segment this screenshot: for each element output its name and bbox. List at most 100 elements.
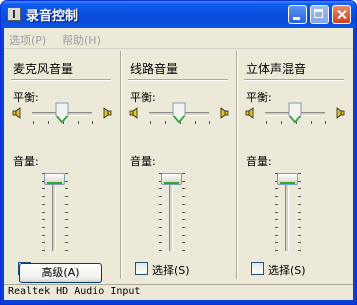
tick-mark (92, 121, 93, 124)
volume-label: 音量: (130, 155, 156, 168)
channel-title-divider (244, 79, 344, 81)
select-checkbox[interactable] (251, 262, 264, 275)
tick-mark (65, 203, 68, 205)
channel-line-in: 线路音量 平衡: 音量: 选择(S) (121, 49, 237, 282)
select-label[interactable]: 选择(S) (152, 262, 190, 278)
tick-mark (42, 250, 45, 251)
tick-mark (311, 121, 312, 124)
tick-mark (298, 211, 301, 213)
tick-mark (65, 234, 68, 236)
tick-mark (159, 250, 162, 251)
tick-mark (42, 234, 45, 236)
tick-mark (298, 188, 301, 190)
tick-mark (298, 250, 301, 251)
tick-mark (275, 203, 278, 205)
channel-stereo-mix: 立体声混音 平衡: 音量: 选择(S) (237, 49, 353, 282)
speaker-left-icon (129, 107, 138, 119)
tick-mark (65, 226, 68, 228)
speaker-right-icon (103, 107, 112, 119)
menu-help[interactable]: 帮助(H) (62, 32, 101, 48)
select-checkbox[interactable] (135, 262, 148, 275)
tick-mark (65, 242, 68, 244)
volume-slider-thumb[interactable] (277, 173, 298, 185)
tick-mark (159, 234, 162, 236)
tick-mark (150, 121, 151, 124)
volume-label: 音量: (246, 155, 272, 168)
tick-mark (42, 211, 45, 213)
client-area: 选项(P) 帮助(H) 麦克风音量 平衡: 音量: 选择(S) 线路音量 平衡 (4, 28, 353, 300)
tick-mark (182, 242, 185, 244)
tick-mark (65, 180, 68, 182)
tick-mark (298, 173, 301, 174)
tick-mark (275, 196, 278, 198)
tick-mark (182, 173, 185, 174)
balance-label: 平衡: (13, 91, 39, 104)
minimize-button[interactable] (288, 5, 307, 24)
tick-mark (159, 203, 162, 205)
tick-mark (33, 121, 34, 124)
advanced-button[interactable]: 高级(A) (19, 263, 102, 283)
select-label[interactable]: 选择(S) (268, 262, 306, 278)
volume-slider-thumb[interactable] (44, 173, 65, 185)
tick-mark (165, 121, 166, 124)
channel-title: 立体声混音 (246, 62, 307, 76)
tick-mark (159, 226, 162, 228)
tick-mark (182, 203, 185, 205)
tick-mark (159, 196, 162, 198)
tick-mark (182, 180, 185, 182)
tick-mark (65, 173, 68, 174)
tick-mark (182, 219, 185, 221)
channel-title-divider (128, 79, 228, 81)
tick-mark (298, 219, 301, 221)
status-bar: Realtek HD Audio Input (4, 284, 353, 300)
tick-mark (325, 121, 326, 124)
tick-mark (65, 250, 68, 251)
tick-mark (298, 234, 301, 236)
tick-mark (275, 250, 278, 251)
tick-mark (159, 219, 162, 221)
tick-mark (209, 121, 210, 124)
menu-bar: 选项(P) 帮助(H) (4, 28, 353, 49)
tick-mark (195, 121, 196, 124)
balance-slider-thumb[interactable] (288, 102, 302, 124)
tick-mark (42, 226, 45, 228)
channel-title-divider (11, 79, 111, 81)
balance-slider-thumb[interactable] (55, 102, 69, 124)
tick-mark (159, 211, 162, 213)
tick-mark (65, 219, 68, 221)
mixer-icon[interactable] (7, 7, 21, 21)
status-text: Realtek HD Audio Input (8, 286, 141, 297)
tick-mark (42, 203, 45, 205)
recording-control-window: 录音控制 选项(P) 帮助(H) 麦克风音量 平衡: 音量: 线路音量 平衡: … (0, 0, 357, 305)
balance-slider-thumb[interactable] (172, 102, 186, 124)
speaker-left-icon (12, 107, 21, 119)
maximize-button[interactable] (310, 5, 329, 24)
window-title: 录音控制 (26, 9, 79, 24)
tick-mark (275, 211, 278, 213)
menu-options[interactable]: 选项(P) (9, 32, 46, 48)
tick-mark (298, 180, 301, 182)
tick-mark (182, 250, 185, 251)
tick-mark (159, 242, 162, 244)
tick-mark (298, 203, 301, 205)
speaker-left-icon (245, 107, 254, 119)
tick-mark (275, 188, 278, 190)
speaker-right-icon (336, 107, 345, 119)
balance-label: 平衡: (130, 91, 156, 104)
volume-slider-thumb[interactable] (161, 173, 182, 185)
tick-mark (42, 219, 45, 221)
tick-mark (65, 188, 68, 190)
tick-mark (266, 121, 267, 124)
title-bar[interactable]: 录音控制 (1, 1, 356, 28)
tick-mark (182, 188, 185, 190)
close-button[interactable] (332, 5, 351, 24)
tick-mark (65, 196, 68, 198)
tick-mark (182, 234, 185, 236)
tick-mark (275, 219, 278, 221)
speaker-right-icon (220, 107, 229, 119)
tick-mark (298, 242, 301, 244)
tick-mark (182, 211, 185, 213)
tick-mark (48, 121, 49, 124)
tick-mark (42, 188, 45, 190)
balance-label: 平衡: (246, 91, 272, 104)
